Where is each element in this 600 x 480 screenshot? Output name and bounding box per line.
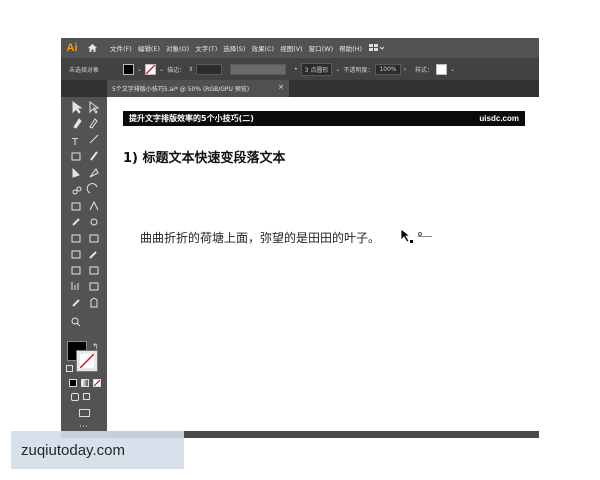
brush-definition[interactable]: 3 点圆形 <box>300 62 333 76</box>
banner-title: 提升文字排版效率的5个小技巧(二) <box>129 114 254 123</box>
menu-window[interactable]: 窗口(W) <box>306 43 337 53</box>
stepper-icon[interactable]: ⇕ <box>188 66 193 73</box>
style-label: 样式： <box>415 66 434 74</box>
control-bar: 未选择对象 ⌄ ⌄ 描边： ⇕ • 3 点圆形 ⌄ 不透明度： 100% › 样… <box>61 58 539 80</box>
section-heading[interactable]: 1) 标题文本快速变段落文本 <box>123 147 286 166</box>
variable-width-field[interactable] <box>230 63 287 75</box>
fill-color-swatch[interactable] <box>123 63 135 75</box>
menu-edit[interactable]: 编辑(E) <box>135 43 163 53</box>
chevron-down-icon[interactable]: ⌄ <box>137 66 142 73</box>
stroke-color-box[interactable] <box>76 350 98 372</box>
opacity-label: 不透明度： <box>343 66 374 74</box>
watermark-text: zuqiutoday.com <box>21 441 125 459</box>
tools-panel: T ↰ ⋯ <box>61 97 107 438</box>
menu-type[interactable]: 文字(T) <box>192 43 220 53</box>
chevron-down-icon[interactable]: ⌄ <box>335 66 340 73</box>
chevron-down-icon[interactable]: ⌄ <box>159 66 164 73</box>
brush-dot-icon: • <box>294 65 298 73</box>
gradient-mode-icon[interactable] <box>81 379 89 387</box>
banner-site: uisdc.com <box>479 114 519 123</box>
opacity-value[interactable]: 100% <box>375 63 401 75</box>
point-text[interactable]: 曲曲折折的荷塘上面，弥望的是田田的叶子。 <box>140 229 380 246</box>
default-colors-icon[interactable] <box>66 365 73 372</box>
menu-file[interactable]: 文件(F) <box>107 43 135 53</box>
document-tab-label: 5个文字排版小技巧5.ai* @ 50% (RGB/GPU 预览) <box>112 86 250 93</box>
home-icon[interactable] <box>83 38 101 58</box>
chevron-right-icon[interactable]: › <box>404 66 406 73</box>
selection-status: 未选择对象 <box>69 66 100 74</box>
artboard[interactable]: 提升文字排版效率的5个小技巧(二) uisdc.com 1) 标题文本快速变段落… <box>107 97 539 431</box>
illustrator-window: Ai 文件(F) 编辑(E) 对象(O) 文字(T) 选择(S) 效果(C) 视… <box>61 38 539 438</box>
menu-object[interactable]: 对象(O) <box>163 43 192 53</box>
menu-select[interactable]: 选择(S) <box>220 43 248 53</box>
selection-cursor-icon <box>400 228 414 248</box>
document-tab[interactable]: 5个文字排版小技巧5.ai* @ 50% (RGB/GPU 预览) × <box>107 80 289 97</box>
stroke-none-swatch[interactable] <box>145 63 157 75</box>
color-mode-icon[interactable] <box>69 379 77 387</box>
menu-effect[interactable]: 效果(C) <box>248 43 277 53</box>
draw-inside-icon[interactable] <box>83 393 90 400</box>
app-logo: Ai <box>66 42 78 54</box>
screen-mode-icon[interactable] <box>79 409 90 417</box>
stroke-weight-field[interactable] <box>196 63 223 75</box>
title-banner: 提升文字排版效率的5个小技巧(二) uisdc.com <box>123 111 525 126</box>
close-icon[interactable]: × <box>278 83 284 91</box>
menu-help[interactable]: 帮助(H) <box>336 43 365 53</box>
drawing-modes-icon[interactable] <box>71 393 79 401</box>
chevron-down-icon[interactable]: ⌄ <box>450 66 455 73</box>
text-baseline <box>418 236 432 237</box>
menu-view[interactable]: 视图(V) <box>277 43 306 53</box>
swap-colors-icon[interactable]: ↰ <box>92 342 99 351</box>
svg-text:T: T <box>71 137 79 148</box>
text-anchor-point[interactable] <box>418 232 422 236</box>
none-mode-icon[interactable] <box>93 379 101 387</box>
workspace-switcher-icon[interactable] <box>365 38 389 58</box>
menu-bar: Ai 文件(F) 编辑(E) 对象(O) 文字(T) 选择(S) 效果(C) 视… <box>61 38 539 58</box>
graphic-style-swatch[interactable] <box>436 63 448 75</box>
watermark: zuqiutoday.com <box>11 431 184 469</box>
stroke-label: 描边： <box>167 66 186 74</box>
document-tab-bar: 5个文字排版小技巧5.ai* @ 50% (RGB/GPU 预览) × <box>61 80 539 97</box>
